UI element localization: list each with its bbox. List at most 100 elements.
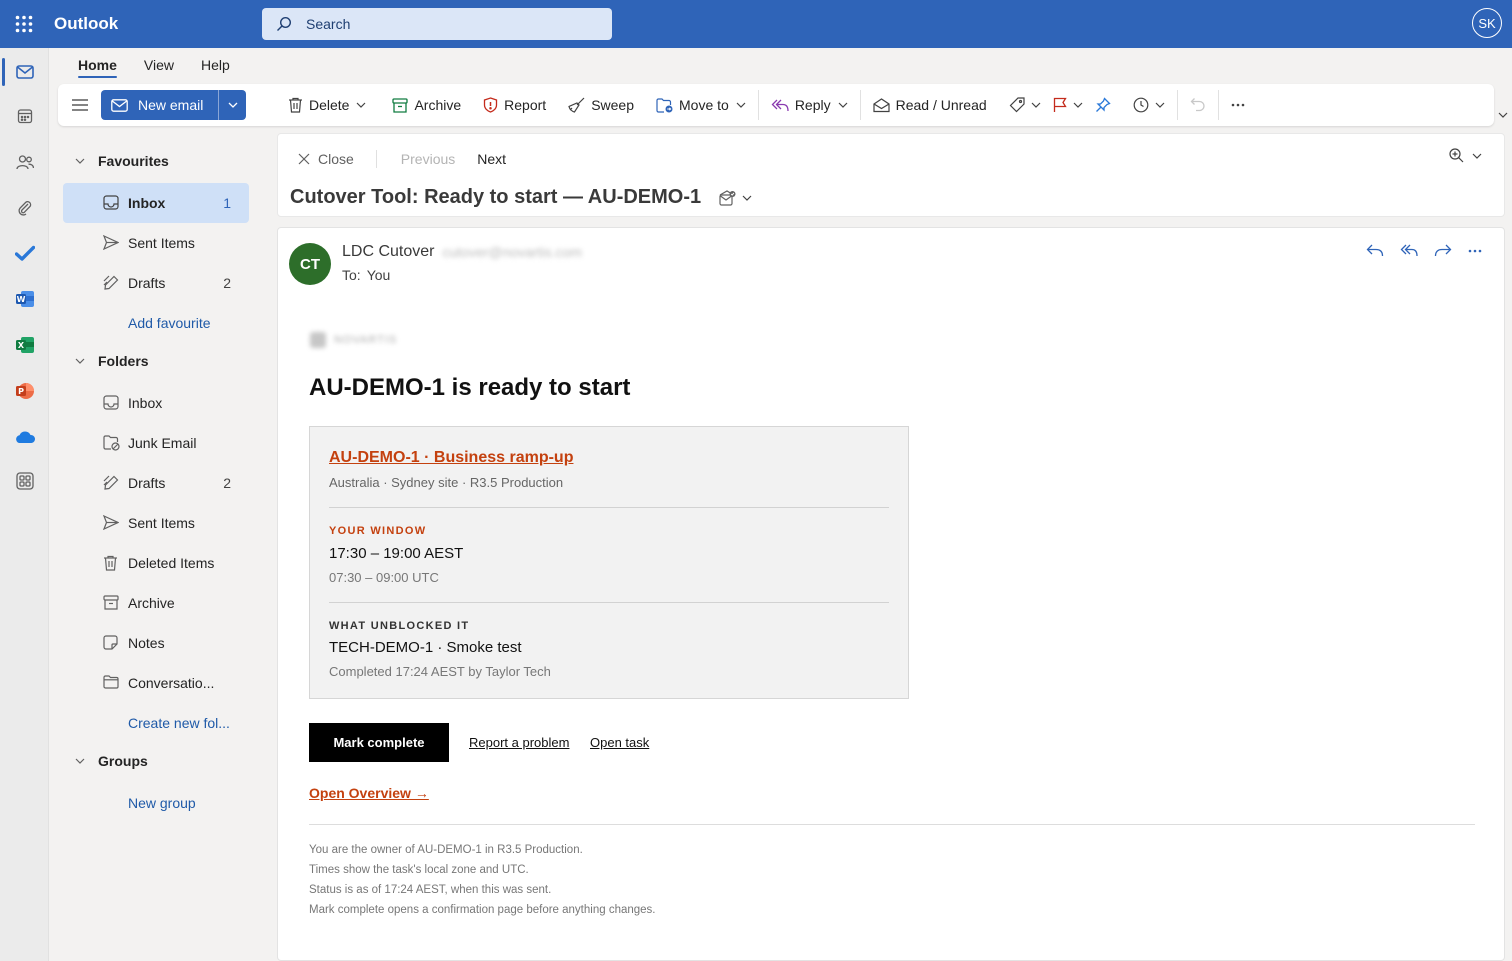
reply-all-icon[interactable] xyxy=(1400,244,1418,257)
archive-icon xyxy=(103,595,119,610)
new-group-link[interactable]: New group xyxy=(128,783,196,823)
account-avatar[interactable]: SK xyxy=(1472,8,1502,38)
report-problem-link[interactable]: Report a problem xyxy=(469,735,569,750)
task-title-link[interactable]: AU-DEMO-1 · Business ramp-up xyxy=(329,449,573,467)
flag-icon xyxy=(1053,97,1067,112)
groups-section-header[interactable]: Groups xyxy=(75,741,148,781)
reply-icon[interactable] xyxy=(1366,244,1384,257)
close-icon xyxy=(298,153,310,165)
open-task-link[interactable]: Open task xyxy=(590,735,649,750)
folder-item-drafts-favourite[interactable]: Drafts 2 xyxy=(63,263,249,303)
onedrive-icon[interactable] xyxy=(0,417,49,457)
folder-item-deleted[interactable]: Deleted Items xyxy=(63,543,249,583)
mark-complete-button[interactable]: Mark complete xyxy=(309,723,449,762)
brand-logo-text: NOVARTIS xyxy=(334,334,398,346)
folder-item-drafts[interactable]: Drafts 2 xyxy=(63,463,249,503)
reply-label: Reply xyxy=(794,97,831,113)
favourites-section-header[interactable]: Favourites xyxy=(75,141,169,181)
folder-item-notes[interactable]: Notes xyxy=(63,623,249,663)
brand-logo: NOVARTIS xyxy=(310,332,397,348)
folder-label: Notes xyxy=(128,635,165,651)
tab-help[interactable]: Help xyxy=(201,48,230,82)
word-icon[interactable]: W xyxy=(0,279,49,319)
more-apps-icon[interactable] xyxy=(0,461,49,501)
reply-button[interactable]: Reply xyxy=(765,90,854,120)
folder-item-sent-favourite[interactable]: Sent Items xyxy=(63,223,249,263)
search-input[interactable]: Search xyxy=(262,8,612,40)
sender-line[interactable]: LDC Cutover cutover@novartis.com xyxy=(342,243,582,261)
folder-item-archive[interactable]: Archive xyxy=(63,583,249,623)
add-favourite-link[interactable]: Add favourite xyxy=(128,303,211,343)
snooze-button[interactable] xyxy=(1127,90,1171,120)
powerpoint-icon[interactable]: P xyxy=(0,371,49,411)
chevron-down-icon[interactable] xyxy=(742,195,752,201)
chevron-down-icon xyxy=(736,102,746,108)
flag-button[interactable] xyxy=(1047,90,1089,120)
folder-label: Inbox xyxy=(128,195,166,211)
move-to-button[interactable]: Move to xyxy=(650,90,752,120)
favourites-label: Favourites xyxy=(98,153,169,169)
sender-avatar[interactable]: CT xyxy=(289,243,331,285)
folder-item-sent[interactable]: Sent Items xyxy=(63,503,249,543)
hamburger-menu-icon[interactable] xyxy=(58,84,101,126)
ribbon-divider xyxy=(1217,90,1219,120)
next-button[interactable]: Next xyxy=(477,151,506,167)
attachment-icon[interactable] xyxy=(0,188,49,228)
folder-item-junk[interactable]: Junk Email xyxy=(63,423,249,463)
svg-text:X: X xyxy=(17,341,24,350)
report-label: Report xyxy=(504,97,547,113)
create-new-folder-link[interactable]: Create new fol... xyxy=(128,703,230,743)
new-email-dropdown-button[interactable] xyxy=(218,90,246,120)
forward-icon[interactable] xyxy=(1434,244,1452,257)
tab-home[interactable]: Home xyxy=(78,48,117,82)
more-options-button[interactable] xyxy=(1225,90,1251,120)
folder-label: Junk Email xyxy=(128,435,197,451)
junk-icon xyxy=(103,435,120,451)
mail-icon[interactable] xyxy=(0,52,49,92)
folder-label: Deleted Items xyxy=(128,555,215,571)
app-title[interactable]: Outlook xyxy=(54,14,262,34)
sweep-button[interactable]: Sweep xyxy=(562,90,640,120)
to-value[interactable]: You xyxy=(367,267,391,283)
previous-button[interactable]: Previous xyxy=(401,151,455,167)
app-launcher-icon[interactable] xyxy=(0,0,48,48)
chevron-down-icon xyxy=(228,102,237,108)
people-icon[interactable] xyxy=(0,142,49,182)
archive-button[interactable]: Archive xyxy=(386,90,467,120)
message-subject: Cutover Tool: Ready to start — AU-DEMO-1 xyxy=(290,186,752,209)
todo-icon[interactable] xyxy=(0,233,49,273)
folder-item-conversation-history[interactable]: Conversatio... xyxy=(63,663,249,703)
zoom-in-icon xyxy=(1449,148,1464,163)
reply-all-icon xyxy=(771,99,789,111)
folders-section-header[interactable]: Folders xyxy=(75,341,149,381)
folder-icon xyxy=(103,675,119,689)
window-local-time: 17:30 – 19:00 AEST xyxy=(329,545,464,562)
folder-move-icon xyxy=(656,97,673,113)
pin-button[interactable] xyxy=(1089,90,1117,120)
read-unread-button[interactable]: Read / Unread xyxy=(867,90,993,120)
immersive-reader-icon[interactable] xyxy=(719,189,736,206)
folder-item-inbox[interactable]: Inbox xyxy=(63,383,249,423)
trash-icon xyxy=(289,97,302,113)
tab-view[interactable]: View xyxy=(144,48,174,82)
more-actions-icon[interactable] xyxy=(1468,249,1482,253)
categorize-button[interactable] xyxy=(1003,90,1047,120)
folder-label: Sent Items xyxy=(128,515,195,531)
new-email-label: New email xyxy=(138,97,204,113)
new-email-button[interactable]: New email xyxy=(101,90,218,120)
broom-icon xyxy=(568,97,585,113)
close-button[interactable]: Close xyxy=(298,151,354,167)
delete-button[interactable]: Delete xyxy=(282,90,372,120)
excel-icon[interactable]: X xyxy=(0,325,49,365)
ribbon-expand-button[interactable] xyxy=(1498,112,1508,118)
zoom-button[interactable] xyxy=(1449,148,1482,163)
chevron-down-icon xyxy=(1498,112,1508,118)
chevron-down-icon xyxy=(357,102,366,108)
task-subtitle: Australia · Sydney site · R3.5 Productio… xyxy=(329,475,564,490)
report-button[interactable]: Report xyxy=(477,90,552,120)
trash-icon xyxy=(104,555,117,571)
calendar-icon[interactable] xyxy=(0,96,49,136)
undo-button[interactable] xyxy=(1184,90,1212,120)
folder-item-inbox-favourite[interactable]: Inbox 1 xyxy=(63,183,249,223)
open-overview-link[interactable]: Open Overview → xyxy=(309,785,429,801)
